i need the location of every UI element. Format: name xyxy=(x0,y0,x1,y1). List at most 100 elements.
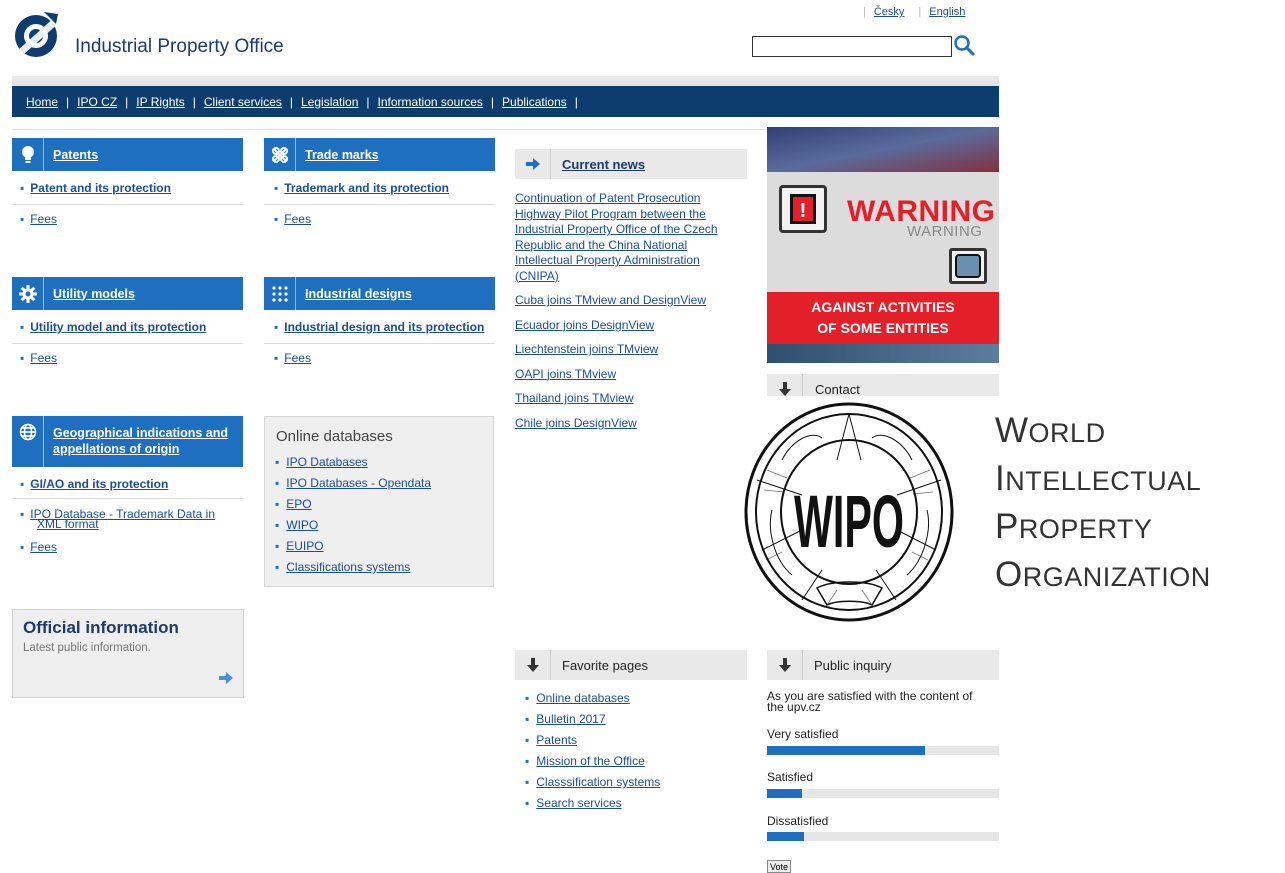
utility-fees-link[interactable]: Fees xyxy=(30,351,57,365)
nav-information-sources[interactable]: Information sources xyxy=(378,95,483,109)
industrial-designs-header[interactable]: Industrial designs xyxy=(264,277,495,310)
list-item: OAPI joins TMview xyxy=(515,367,733,383)
favorite-pages-list: ▪ Online databases ▪ Bulletin 2017 ▪ Patent… xyxy=(525,691,660,817)
nav-ip-rights[interactable]: IP Rights xyxy=(136,95,184,109)
favorite-pages-title: Favorite pages xyxy=(562,657,648,673)
list-item: ▪ GI/AO and its protection xyxy=(20,477,169,491)
lang-english-link[interactable]: English xyxy=(929,6,965,18)
news-link[interactable]: Chile joins DesignView xyxy=(515,416,637,430)
trademarks-title-link[interactable]: Trade marks xyxy=(305,148,379,162)
nav-ipo-cz[interactable]: IPO CZ xyxy=(77,95,117,109)
industrial-design-protection-link[interactable]: Industrial design and its protection xyxy=(284,320,484,334)
db-link-epo[interactable]: EPO xyxy=(286,497,311,511)
utility-models-title-link[interactable]: Utility models xyxy=(53,287,135,301)
geographical-indications-header[interactable]: Geographical indications and appellation… xyxy=(12,416,243,467)
wipo-line4-cap: O xyxy=(995,555,1023,594)
design-fees-link[interactable]: Fees xyxy=(284,351,311,365)
result-bar-satisfied xyxy=(767,789,999,798)
db-link-euipo[interactable]: EUIPO xyxy=(286,539,323,553)
industrial-designs-title-link[interactable]: Industrial designs xyxy=(305,287,412,301)
list-item: ▪ Mission of the Office xyxy=(525,754,645,768)
lang-czech-link[interactable]: Česky xyxy=(874,6,905,18)
nav-client-services[interactable]: Client services xyxy=(204,95,282,109)
patent-fees-link[interactable]: Fees xyxy=(30,212,57,226)
news-link[interactable]: Cuba joins TMview and DesignView xyxy=(515,293,706,307)
list-item: Continuation of Patent Prosecution Highw… xyxy=(515,191,733,284)
option-label-satisfied[interactable]: Satisfied xyxy=(767,770,813,784)
list-item: ▪ Bulletin 2017 xyxy=(525,712,606,726)
contact-title: Contact xyxy=(815,382,860,396)
inquiry-question: As you are satisfied with the content of… xyxy=(767,689,973,714)
wipo-line3-cap: P xyxy=(995,507,1019,546)
divider xyxy=(12,343,243,344)
current-news-title[interactable]: Current news xyxy=(562,157,645,172)
trademark-protection-link[interactable]: Trademark and its protection xyxy=(284,181,449,195)
exclamation-icon: ! xyxy=(779,185,827,233)
list-item: ▪ Search services xyxy=(525,796,622,810)
contact-header[interactable]: Contact xyxy=(767,374,999,396)
arrow-down-icon xyxy=(515,650,551,680)
favorite-link[interactable]: Classsification systems xyxy=(536,775,660,789)
official-information-title[interactable]: Official information xyxy=(23,618,179,638)
patent-protection-link[interactable]: Patent and its protection xyxy=(30,181,171,195)
lightbulb-icon xyxy=(12,138,44,171)
list-item: ▪ Patents xyxy=(525,733,577,747)
db-link-classifications[interactable]: Classifications systems xyxy=(286,560,410,574)
main-navigation: Home | IPO CZ | IP Rights | Client services… xyxy=(12,86,999,117)
arrow-down-icon xyxy=(767,650,803,680)
public-inquiry-header: Public inquiry xyxy=(767,650,999,680)
utility-models-header[interactable]: Utility models xyxy=(12,277,243,310)
geo-title-line2[interactable]: appellations of origin xyxy=(53,442,179,456)
official-information-box[interactable]: Official information Latest public infor… xyxy=(12,609,244,698)
news-link[interactable]: Continuation of Patent Prosecution Highw… xyxy=(515,191,718,283)
patents-header[interactable]: Patents xyxy=(12,138,243,171)
favorite-link[interactable]: Mission of the Office xyxy=(536,754,645,768)
news-link[interactable]: Thailand joins TMview xyxy=(515,391,634,405)
geo-title-line1[interactable]: Geographical indications and xyxy=(53,426,228,440)
list-item: ▪ Trademark and its protection xyxy=(274,181,449,195)
wipo-line1-rest: ORLD xyxy=(1028,418,1106,448)
trademark-fees-link[interactable]: Fees xyxy=(284,212,311,226)
list-item: ▪ Online databases xyxy=(525,691,630,705)
list-item: Cuba joins TMview and DesignView xyxy=(515,293,733,309)
favorite-link[interactable]: Online databases xyxy=(536,691,629,705)
wipo-line4-rest: RGANIZATION xyxy=(1022,562,1211,592)
option-label-very-satisfied[interactable]: Very satisfied xyxy=(767,727,838,741)
site-title[interactable]: Industrial Property Office xyxy=(75,36,284,58)
public-inquiry-title: Public inquiry xyxy=(814,657,892,673)
nav-legislation[interactable]: Legislation xyxy=(301,95,358,109)
ipo-trademark-xml-link[interactable]: IPO Database - Trademark Data in XML form… xyxy=(20,507,215,531)
online-databases-title: Online databases xyxy=(276,428,393,445)
arrow-right-icon[interactable] xyxy=(219,672,233,687)
news-link[interactable]: OAPI joins TMview xyxy=(515,367,616,381)
list-item: ▪ Industrial design and its protection xyxy=(274,320,485,334)
wipo-line3-rest: ROPERTY xyxy=(1018,514,1153,544)
divider xyxy=(12,204,243,205)
list-item: ▪ Classifications systems xyxy=(275,560,411,574)
option-label-dissatisfied[interactable]: Dissatisfied xyxy=(767,814,828,828)
trademarks-header[interactable]: Trade marks xyxy=(264,138,495,171)
vote-button[interactable]: Vote xyxy=(767,860,792,873)
giao-protection-link[interactable]: GI/AO and its protection xyxy=(30,477,168,491)
news-link[interactable]: Ecuador joins DesignView xyxy=(515,318,654,332)
warning-banner[interactable]: ! WARNING WARNING AGAINST ACTIVITIES OF … xyxy=(767,127,999,363)
search-input[interactable] xyxy=(752,36,952,57)
nav-publications[interactable]: Publications xyxy=(502,95,567,109)
db-link-wipo[interactable]: WIPO xyxy=(286,518,318,532)
db-link-ipo[interactable]: IPO Databases xyxy=(286,455,367,469)
stop-icon xyxy=(949,248,987,284)
result-bar-dissatisfied xyxy=(767,832,999,841)
favorite-link[interactable]: Search services xyxy=(536,796,621,810)
utility-model-protection-link[interactable]: Utility model and its protection xyxy=(30,320,206,334)
geo-fees-link[interactable]: Fees xyxy=(30,540,57,554)
news-link[interactable]: Liechtenstein joins TMview xyxy=(515,342,658,356)
patents-title-link[interactable]: Patents xyxy=(53,148,98,162)
favorite-link[interactable]: Bulletin 2017 xyxy=(536,712,605,726)
wipo-emblem-text: WIPO xyxy=(794,480,904,563)
list-item: ▪ IPO Database - Trademark Data in XML for… xyxy=(20,507,216,531)
search-icon[interactable] xyxy=(953,34,975,56)
office-logo-icon[interactable] xyxy=(12,10,62,60)
nav-home[interactable]: Home xyxy=(26,95,58,109)
favorite-link[interactable]: Patents xyxy=(536,733,577,747)
db-link-opendata[interactable]: IPO Databases - Opendata xyxy=(286,476,431,490)
